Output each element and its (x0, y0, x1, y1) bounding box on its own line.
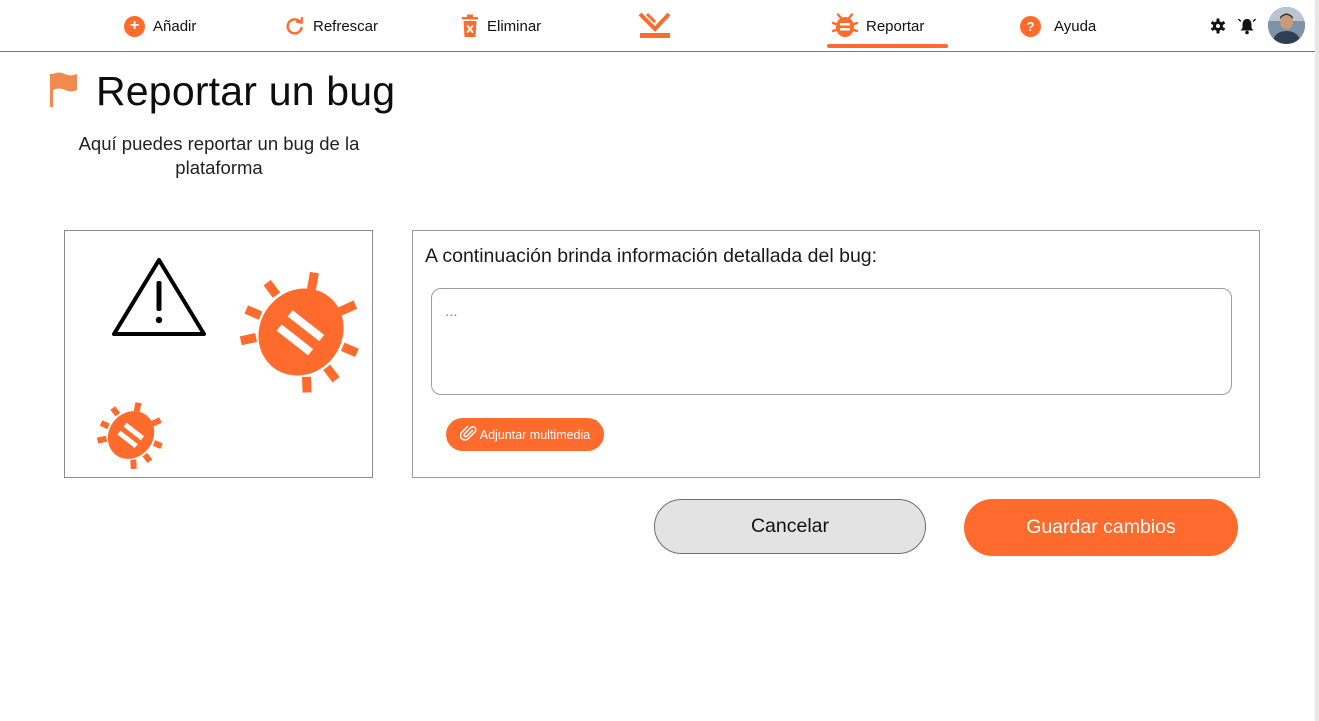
nav-help-label: Ayuda (1054, 17, 1097, 35)
refresh-icon (285, 16, 305, 36)
plus-circle-icon: + (124, 15, 145, 37)
page-header: Reportar un bug (46, 68, 395, 115)
bug-details-panel: A continuación brinda información detall… (412, 230, 1260, 478)
nav-delete-button[interactable]: Eliminar (461, 0, 541, 52)
flag-icon (46, 70, 80, 113)
bug-icon (96, 402, 163, 469)
attach-media-button[interactable]: Adjuntar multimedia (446, 418, 604, 451)
gear-icon[interactable] (1208, 16, 1228, 36)
top-nav-bar: + Añadir Refrescar Eliminar Reportar ? A… (0, 0, 1315, 52)
brand-logo[interactable] (638, 10, 672, 42)
question-circle-icon: ? (1020, 15, 1041, 37)
nav-add-button[interactable]: + Añadir (124, 0, 196, 52)
page-subtitle: Aquí puedes reportar un bug de la plataf… (78, 133, 360, 178)
save-changes-button[interactable]: Guardar cambios (964, 499, 1238, 556)
nav-add-label: Añadir (153, 17, 197, 35)
illustration-panel (64, 230, 373, 478)
user-avatar[interactable] (1268, 7, 1305, 44)
scrollbar[interactable] (1315, 0, 1319, 721)
nav-refresh-label: Refrescar (313, 17, 379, 35)
trash-icon (461, 14, 479, 38)
bug-icon (832, 13, 858, 39)
bell-icon[interactable] (1237, 16, 1257, 36)
bug-icon (239, 271, 359, 393)
bug-details-textarea[interactable] (431, 288, 1232, 395)
cancel-button[interactable]: Cancelar (654, 499, 926, 554)
warning-triangle-icon (112, 258, 206, 336)
active-tab-indicator (827, 44, 948, 48)
nav-report-label: Reportar (866, 17, 925, 35)
details-prompt: A continuación brinda información detall… (425, 245, 878, 267)
page-title: Reportar un bug (96, 68, 396, 114)
nav-delete-label: Eliminar (487, 17, 542, 35)
paperclip-icon (459, 424, 478, 445)
nav-refresh-button[interactable]: Refrescar (285, 0, 378, 52)
nav-help-button[interactable]: ? Ayuda (1020, 0, 1096, 52)
illustration-graphic (96, 258, 359, 469)
attach-media-label: Adjuntar multimedia (479, 427, 591, 442)
